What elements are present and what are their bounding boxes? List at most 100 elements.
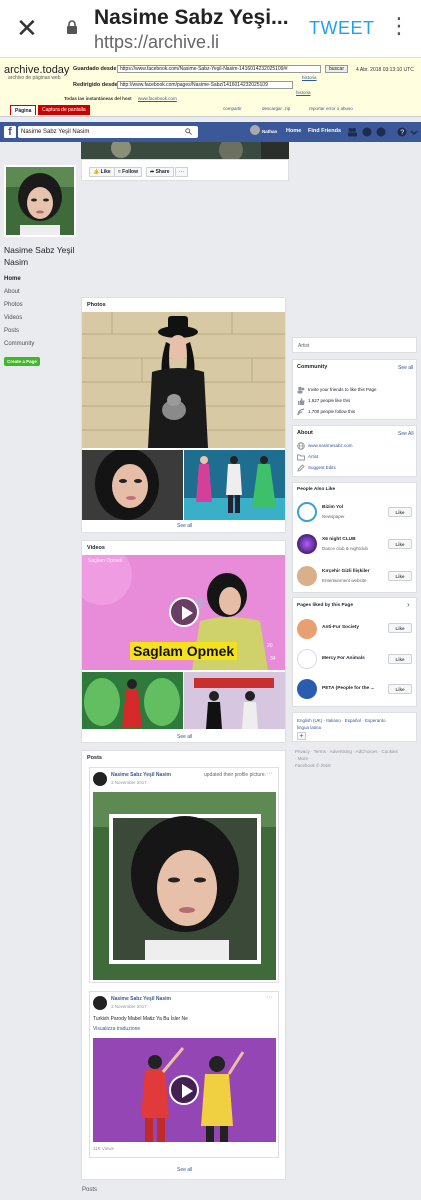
videos-title[interactable]: Videos: [87, 545, 105, 551]
add-language-button[interactable]: +: [297, 732, 306, 740]
liked-2-name[interactable]: PETA (People for the ...: [322, 686, 375, 691]
download-link[interactable]: descargar .zip: [262, 106, 290, 111]
suggest-edits-link[interactable]: Suggest Edits: [308, 465, 336, 470]
community-title[interactable]: Community: [297, 364, 327, 370]
user-name[interactable]: Nathan: [262, 129, 277, 134]
share-link[interactable]: compartir: [223, 106, 242, 111]
post-1-author[interactable]: Nasime Sabz Yeşil Nasim: [111, 772, 171, 778]
about-category-link[interactable]: Artist: [308, 454, 318, 459]
pal-1-name[interactable]: X6 night CLUB: [322, 537, 356, 542]
video-3[interactable]: [184, 672, 285, 729]
follow-button[interactable]: ≈ Follow: [114, 167, 142, 177]
liked-2-like-button[interactable]: Like: [388, 684, 412, 694]
tab-screenshot[interactable]: Captura de pantalla: [38, 105, 90, 115]
bizim-yol-logo[interactable]: [297, 502, 317, 522]
post-1-image[interactable]: [93, 792, 276, 980]
help-icon[interactable]: ?: [397, 127, 407, 137]
follows-count: 1,700 people follow this: [308, 409, 356, 414]
like-page-button[interactable]: 👍 Like: [89, 167, 115, 177]
left-nav-photos[interactable]: Photos: [4, 302, 23, 308]
website-link[interactable]: www.nasimesabz.com: [308, 443, 353, 448]
kircehir-logo[interactable]: [297, 566, 317, 586]
post-1-avatar[interactable]: [93, 772, 107, 786]
left-nav-posts[interactable]: Posts: [4, 328, 19, 334]
invite-friends-label[interactable]: Invite your friends to like this Page: [308, 387, 377, 392]
facebook-logo-icon[interactable]: f: [4, 126, 16, 138]
more-options-button[interactable]: ···: [175, 167, 188, 177]
tweet-button[interactable]: TWEET: [309, 18, 375, 39]
left-nav-community[interactable]: Community: [4, 341, 34, 347]
chevron-right-icon[interactable]: ›: [407, 600, 410, 609]
pal-2-like-button[interactable]: Like: [388, 571, 412, 581]
video-main[interactable]: Saglam Opmek Saglam Opmek 20 34: [82, 555, 285, 670]
nav-find-friends[interactable]: Find Friends: [308, 128, 341, 134]
nav-home[interactable]: Home: [286, 128, 301, 134]
left-nav-about[interactable]: About: [4, 289, 20, 295]
report-link[interactable]: reportar error o abuso: [309, 106, 353, 111]
liked-1-name[interactable]: Mercy For Animals: [322, 656, 365, 661]
pal-0-like-button[interactable]: Like: [388, 507, 412, 517]
host-link[interactable]: www.facebook.com: [138, 96, 177, 101]
pal-2-name[interactable]: Kırçehir Gizli İlişkiler: [322, 569, 369, 574]
mercy-for-animals-logo[interactable]: [297, 649, 317, 669]
post-2-author[interactable]: Nasime Sabz Yeşil Nasim: [111, 996, 171, 1002]
anti-fur-logo[interactable]: [297, 619, 317, 639]
post-1-date[interactable]: 3 November 2017 ·: [111, 780, 150, 785]
liked-0-name[interactable]: Anti-Fur Society: [322, 625, 359, 630]
posts-see-all[interactable]: See all: [177, 1167, 192, 1173]
photos-title[interactable]: Photos: [87, 302, 106, 308]
profile-picture[interactable]: [4, 165, 76, 237]
search-icon[interactable]: [185, 128, 192, 135]
liked-1-like-button[interactable]: Like: [388, 654, 412, 664]
photo-3[interactable]: [184, 450, 285, 520]
address-url[interactable]: https://archive.li: [94, 32, 219, 53]
posts-title[interactable]: Posts: [87, 755, 102, 761]
about-see-all[interactable]: See All: [398, 431, 414, 437]
pal-0-name[interactable]: Bizim Yol: [322, 505, 343, 510]
photos-see-all[interactable]: See all: [177, 523, 192, 529]
liked-0-like-button[interactable]: Like: [388, 623, 412, 633]
footer-more-link[interactable]: · More ·: [295, 756, 311, 761]
post-2-play-icon[interactable]: [169, 1075, 199, 1105]
close-icon[interactable]: ✕: [16, 14, 38, 44]
footer-links[interactable]: Privacy · Terms · Advertising · AdChoice…: [295, 749, 398, 754]
lock-icon: [67, 20, 77, 34]
post-2-translate-link[interactable]: Visualizza traduzione: [93, 1026, 140, 1032]
x6-logo[interactable]: [297, 534, 317, 554]
friends-icon[interactable]: [347, 127, 357, 137]
post-2-more-icon[interactable]: ···: [266, 994, 273, 1001]
more-vert-icon[interactable]: ⋮: [388, 14, 410, 39]
post-2-avatar[interactable]: [93, 996, 107, 1010]
left-nav-videos[interactable]: Videos: [4, 315, 22, 321]
community-see-all[interactable]: See all: [398, 365, 413, 371]
messages-icon[interactable]: [362, 127, 372, 137]
share-button[interactable]: ➦ Share: [146, 167, 174, 177]
about-title[interactable]: About: [297, 430, 313, 436]
peta-logo[interactable]: [297, 679, 317, 699]
history-link-2[interactable]: historia: [296, 90, 311, 95]
languages-links[interactable]: English (UK) · Italiano · Español · Espe…: [297, 718, 386, 723]
pal-1-like-button[interactable]: Like: [388, 539, 412, 549]
saved-from-field[interactable]: https://www.facebook.com/Nasime-Sabz-Yeş…: [117, 65, 321, 73]
facebook-header: f Nasime Sabz Yeşil Nasim Nathan Home Fi…: [0, 122, 421, 142]
play-icon[interactable]: [169, 597, 199, 627]
search-button[interactable]: buscar: [325, 65, 349, 73]
post-2-video[interactable]: [93, 1038, 276, 1142]
left-nav-home[interactable]: Home: [4, 276, 21, 282]
photo-2[interactable]: [82, 450, 183, 520]
videos-see-all[interactable]: See all: [177, 734, 192, 740]
post-2-date[interactable]: 3 November 2017 ·: [111, 1004, 150, 1009]
avatar[interactable]: [250, 125, 260, 135]
languages-links-2[interactable]: lingua latina: [297, 725, 321, 730]
invite-friends-text[interactable]: Invite your friends to like this Page: [308, 387, 377, 392]
chevron-down-icon[interactable]: [410, 127, 418, 137]
photo-main[interactable]: [82, 312, 285, 448]
notifications-icon[interactable]: [376, 127, 386, 137]
redirected-field[interactable]: http://www.facebook.com/pages/Nasime-Sab…: [117, 81, 293, 89]
create-page-button[interactable]: Create a Page: [4, 357, 40, 366]
video-2[interactable]: [82, 672, 183, 729]
tab-page[interactable]: Página: [10, 105, 37, 115]
history-link-1[interactable]: historia: [302, 75, 317, 80]
post-1-more-icon[interactable]: ···: [266, 770, 273, 777]
fb-search-input[interactable]: Nasime Sabz Yeşil Nasim: [18, 126, 198, 138]
